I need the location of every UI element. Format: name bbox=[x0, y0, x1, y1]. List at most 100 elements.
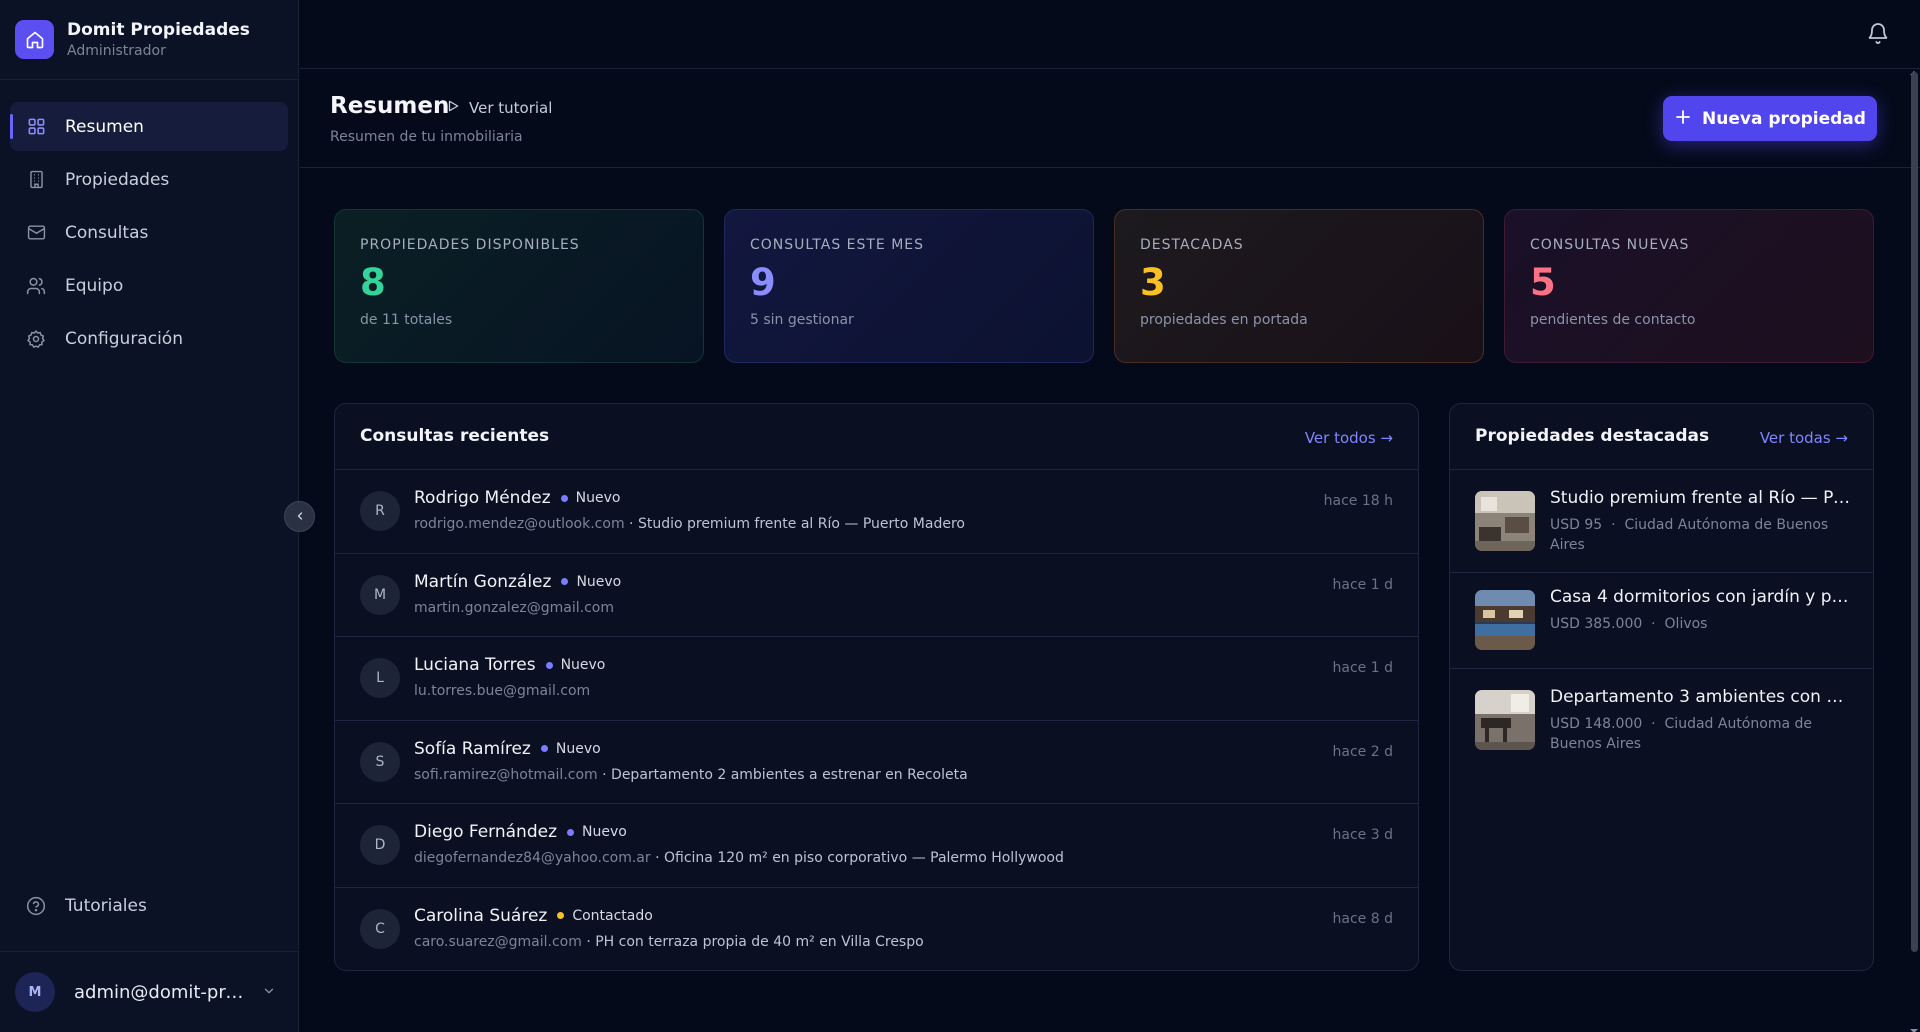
ver-tutorial-link[interactable]: Ver tutorial bbox=[446, 98, 552, 117]
consulta-email: lu.torres.bue@gmail.com bbox=[414, 683, 591, 699]
status-badge: Contactado bbox=[572, 907, 653, 924]
property-title: Departamento 3 ambientes con balcón en B… bbox=[1550, 687, 1851, 707]
collapse-sidebar-button[interactable] bbox=[284, 501, 315, 532]
avatar: S bbox=[360, 741, 400, 782]
brand[interactable]: Domit Propiedades Administrador bbox=[0, 0, 298, 80]
consulta-time: hace 1 d bbox=[1332, 576, 1393, 593]
user-menu[interactable]: M admin@domit-propi... bbox=[0, 951, 298, 1032]
page-subtitle: Resumen de tu inmobiliaria bbox=[330, 129, 523, 145]
avatar: C bbox=[360, 908, 400, 949]
ver-todos-link[interactable]: Ver todos → bbox=[1305, 429, 1393, 447]
stat-label: PROPIEDADES DISPONIBLES bbox=[360, 237, 580, 253]
grid-icon bbox=[26, 117, 46, 137]
property-thumbnail bbox=[1475, 590, 1535, 650]
play-icon bbox=[446, 98, 460, 117]
avatar: M bbox=[15, 972, 55, 1012]
tutorials-label: Tutoriales bbox=[65, 896, 147, 916]
stat-value: 8 bbox=[360, 261, 386, 304]
stat-value: 5 bbox=[1530, 261, 1556, 304]
sidebar-item-label: Resumen bbox=[65, 116, 144, 137]
avatar: D bbox=[360, 825, 400, 865]
stat-card-consultas-nuevas: CONSULTAS NUEVAS 5 pendientes de contact… bbox=[1504, 209, 1874, 363]
consulta-row[interactable]: C Carolina Suárez Contactado caro.suarez@… bbox=[335, 888, 1418, 971]
status-badge: Nuevo bbox=[575, 490, 621, 506]
property-thumbnail bbox=[1475, 690, 1535, 750]
stat-sub: propiedades en portada bbox=[1140, 312, 1308, 328]
property-price: USD 385.000 bbox=[1550, 616, 1643, 632]
propiedades-destacadas-panel: Propiedades destacadas Ver todas → Studi… bbox=[1449, 403, 1874, 971]
consulta-email: sofi.ramirez@hotmail.com bbox=[414, 766, 598, 783]
brand-name: Domit Propiedades bbox=[67, 20, 250, 40]
stat-value: 9 bbox=[750, 261, 776, 304]
consulta-time: hace 1 d bbox=[1332, 660, 1393, 676]
chevron-down-icon bbox=[262, 983, 276, 1002]
user-email: admin@domit-propi... bbox=[74, 981, 254, 1003]
property-location: Olivos bbox=[1664, 616, 1708, 632]
scrollbar-thumb[interactable] bbox=[1911, 72, 1918, 952]
page-header: Resumen Ver tutorial Resumen de tu inmob… bbox=[300, 69, 1920, 168]
stat-sub: 5 sin gestionar bbox=[750, 312, 854, 328]
consulta-row[interactable]: M Martín González Nuevo martin.gonzalez@g… bbox=[335, 554, 1418, 637]
status-dot bbox=[540, 745, 548, 752]
consultas-recientes-panel: Consultas recientes Ver todos → R Rodrig… bbox=[334, 403, 1419, 971]
stat-label: DESTACADAS bbox=[1140, 237, 1244, 253]
help-circle-icon bbox=[26, 896, 46, 916]
consulta-row[interactable]: L Luciana Torres Nuevo lu.torres.bue@gmai… bbox=[335, 637, 1418, 721]
consulta-row[interactable]: S Sofía Ramírez Nuevo sofi.ramirez@hotmai… bbox=[335, 721, 1418, 804]
avatar: R bbox=[360, 491, 400, 531]
consulta-name: Luciana Torres bbox=[414, 655, 536, 675]
consulta-property: · Oficina 120 m² en piso corporativo — P… bbox=[650, 850, 1064, 866]
consulta-name: Martín González bbox=[414, 571, 552, 592]
ver-tutorial-label: Ver tutorial bbox=[469, 98, 553, 117]
ver-todas-link[interactable]: Ver todas → bbox=[1760, 429, 1848, 447]
featured-property[interactable]: Casa 4 dormitorios con jardín y pileta e… bbox=[1450, 573, 1873, 669]
stat-label: CONSULTAS ESTE MES bbox=[750, 237, 925, 253]
consulta-row[interactable]: D Diego Fernández Nuevo diegofernandez84@… bbox=[335, 804, 1418, 888]
scroll-up-arrow[interactable] bbox=[1910, 62, 1918, 75]
consulta-time: hace 2 d bbox=[1332, 743, 1393, 760]
property-meta: USD 148.000 · Ciudad Autónoma de Buenos … bbox=[1550, 716, 1812, 752]
property-thumbnail bbox=[1475, 491, 1535, 551]
status-badge: Nuevo bbox=[582, 824, 627, 840]
nueva-propiedad-label: Nueva propiedad bbox=[1702, 108, 1866, 129]
sidebar-item-equipo[interactable]: Equipo bbox=[10, 261, 288, 310]
status-badge: Nuevo bbox=[576, 573, 622, 590]
featured-property[interactable]: Studio premium frente al Río — Puerto Ma… bbox=[1450, 470, 1873, 573]
chevron-left-icon bbox=[294, 507, 306, 526]
consulta-time: hace 8 d bbox=[1332, 910, 1393, 927]
stat-value: 3 bbox=[1140, 261, 1166, 304]
consulta-property: · PH con terraza propia de 40 m² en Vill… bbox=[581, 933, 924, 950]
home-icon bbox=[15, 20, 54, 59]
topbar bbox=[300, 0, 1920, 69]
consulta-name: Sofía Ramírez bbox=[414, 738, 531, 759]
sidebar-item-label: Consultas bbox=[65, 222, 149, 243]
status-dot bbox=[545, 661, 553, 669]
avatar: L bbox=[360, 658, 400, 698]
status-dot bbox=[561, 578, 569, 585]
stat-card-destacadas: DESTACADAS 3 propiedades en portada bbox=[1114, 209, 1484, 363]
sidebar-item-consultas[interactable]: Consultas bbox=[10, 208, 288, 257]
consulta-property: · Studio premium frente al Río — Puerto … bbox=[624, 516, 965, 532]
featured-property[interactable]: Departamento 3 ambientes con balcón en B… bbox=[1450, 669, 1873, 772]
property-title: Studio premium frente al Río — Puerto Ma… bbox=[1550, 488, 1851, 508]
page-title: Resumen bbox=[330, 93, 450, 119]
sidebar-item-resumen[interactable]: Resumen bbox=[10, 102, 288, 151]
bell-icon[interactable] bbox=[1866, 22, 1892, 48]
mail-icon bbox=[26, 223, 46, 243]
consulta-name: Diego Fernández bbox=[414, 822, 558, 842]
consulta-email: diegofernandez84@yahoo.com.ar bbox=[414, 850, 651, 866]
nueva-propiedad-button[interactable]: Nueva propiedad bbox=[1663, 96, 1877, 141]
property-price: USD 95 bbox=[1550, 517, 1603, 533]
consulta-time: hace 18 h bbox=[1323, 493, 1393, 509]
property-title: Casa 4 dormitorios con jardín y pileta e… bbox=[1550, 587, 1851, 607]
sidebar-item-configuracion[interactable]: Configuración bbox=[10, 314, 288, 363]
consulta-row[interactable]: R Rodrigo Méndez Nuevo rodrigo.mendez@out… bbox=[335, 470, 1418, 554]
scroll-down-arrow[interactable] bbox=[1910, 1020, 1918, 1032]
consulta-property: · Departamento 2 ambientes a estrenar en… bbox=[597, 766, 968, 783]
consulta-email: caro.suarez@gmail.com bbox=[414, 933, 582, 950]
sidebar-nav: Resumen Propiedades Consultas Equipo Con… bbox=[0, 80, 298, 363]
consulta-email: rodrigo.mendez@outlook.com bbox=[414, 516, 625, 532]
users-icon bbox=[26, 276, 46, 296]
sidebar-item-tutoriales[interactable]: Tutoriales bbox=[10, 882, 288, 930]
sidebar-item-propiedades[interactable]: Propiedades bbox=[10, 155, 288, 204]
